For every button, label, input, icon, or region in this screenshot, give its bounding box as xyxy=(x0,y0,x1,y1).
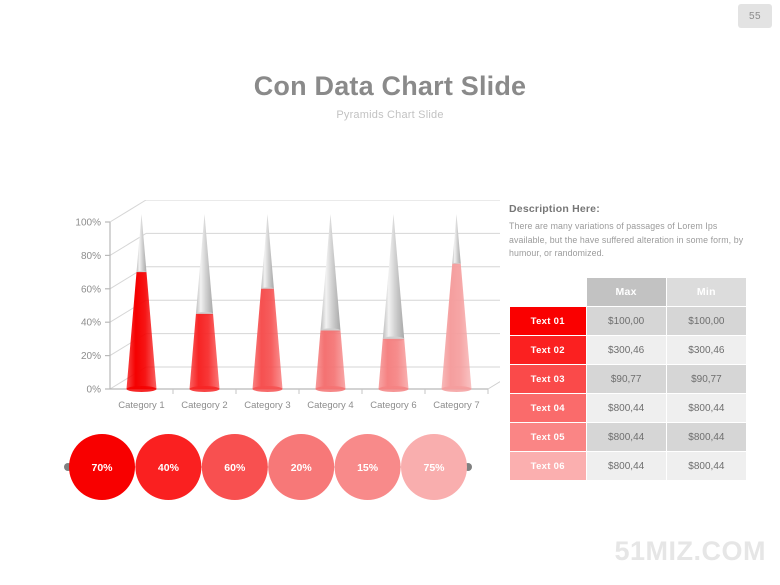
table-row-label: Text 06 xyxy=(509,451,587,481)
cone-bar xyxy=(441,214,472,392)
svg-text:0%: 0% xyxy=(87,385,102,396)
percentage-circle[interactable]: 60% xyxy=(201,434,268,500)
cone-bar xyxy=(315,214,346,392)
percentage-circle[interactable]: 20% xyxy=(268,434,335,500)
cone-bar xyxy=(189,214,220,392)
watermark: 51MIZ.COM xyxy=(614,536,766,566)
table-cell-min: $90,77 xyxy=(665,364,748,394)
svg-text:Category 2: Category 2 xyxy=(181,400,227,411)
svg-text:40%: 40% xyxy=(158,462,180,474)
svg-text:100%: 100% xyxy=(75,218,101,229)
svg-text:75%: 75% xyxy=(423,462,445,474)
svg-text:Category 1: Category 1 xyxy=(118,400,164,411)
cone-chart-svg: 0%20%40%60%80%100% Category 1 Category 2C… xyxy=(75,200,500,411)
chart-axis xyxy=(105,221,489,394)
page-subtitle: Pyramids Chart Slide xyxy=(336,108,444,121)
table-header-row: Max Min xyxy=(509,277,748,307)
svg-text:Category 4: Category 4 xyxy=(307,400,353,411)
table-cell-min: $300,46 xyxy=(665,335,748,365)
page-title: Con Data Chart Slide xyxy=(253,71,527,101)
table-row: Text 03 $90,77 $90,77 xyxy=(509,364,748,394)
table-header-max: Max xyxy=(585,277,667,307)
table-cell-min: $800,44 xyxy=(665,422,748,452)
chart-grid xyxy=(109,200,500,390)
svg-text:80%: 80% xyxy=(81,251,101,262)
description-body: There are many variations of passages of… xyxy=(509,221,744,259)
description-panel: Description Here: There are many variati… xyxy=(509,203,747,261)
svg-text:Category 6: Category 6 xyxy=(370,400,416,411)
chart-category-labels: Category 1 Category 2 Category 3 Category 4… xyxy=(118,400,479,411)
table-corner-cell xyxy=(509,277,586,307)
table-row: Text 06 $800,44 $800,44 xyxy=(509,451,748,481)
table-row-label: Text 03 xyxy=(509,364,587,394)
svg-text:40%: 40% xyxy=(81,318,101,329)
table-row-label: Text 01 xyxy=(509,306,587,336)
description-heading: Description Here: xyxy=(509,203,600,215)
table-cell-max: $300,46 xyxy=(585,335,667,365)
table-row-label: Text 05 xyxy=(509,422,587,452)
percentage-circle[interactable]: 70% xyxy=(69,434,135,500)
cone-bar xyxy=(252,214,283,392)
table-row: Text 04 $800,44 $800,44 xyxy=(509,393,748,423)
data-table: Max Min Text 01 $100,00 $100,00 Text 02 $300… xyxy=(509,277,748,481)
svg-text:60%: 60% xyxy=(81,284,101,295)
percentage-circles-row: 70% 40% 60% 20% 15% 75% xyxy=(28,428,498,506)
table-cell-min: $800,44 xyxy=(665,451,748,481)
percentage-circle[interactable]: 75% xyxy=(401,434,467,500)
table-row: Text 02 $300,46 $300,46 xyxy=(509,335,748,365)
cone-bar xyxy=(378,214,409,392)
table-row: Text 05 $800,44 $800,44 xyxy=(509,422,748,452)
svg-text:Category 7: Category 7 xyxy=(433,400,479,411)
svg-text:15%: 15% xyxy=(357,462,379,474)
svg-text:20%: 20% xyxy=(81,351,101,362)
table-header-min: Min xyxy=(665,277,748,307)
slide-number-badge: 55 xyxy=(738,4,772,28)
chart-cones xyxy=(126,214,472,392)
chart-y-tick-labels: 0% 20% 40% 60% 80% 100% xyxy=(75,218,101,396)
percentage-circle[interactable]: 40% xyxy=(135,434,202,500)
svg-text:20%: 20% xyxy=(291,462,313,474)
table-row: Text 01 $100,00 $100,00 xyxy=(509,306,748,336)
slide-number-text: 55 xyxy=(748,10,762,22)
table-cell-max: $800,44 xyxy=(585,393,667,423)
cone-chart: 0% 20% 40% 60% 80% 100% Category 1 Category 2C… xyxy=(40,200,500,415)
percentage-circles-svg: 70% 40% 60% 20% 15% 75% xyxy=(64,434,472,500)
table-cell-min: $100,00 xyxy=(665,306,748,336)
table-cell-max: $100,00 xyxy=(585,306,667,336)
table-row-label: Text 02 xyxy=(509,335,587,365)
table-header: Max Min xyxy=(509,277,748,307)
svg-text:70%: 70% xyxy=(91,462,113,474)
table-body: Text 01 $100,00 $100,00 Text 02 $300,46 $300,… xyxy=(509,306,748,481)
percentage-circle[interactable]: 15% xyxy=(334,434,401,500)
title-block: Con Data Chart Slide Pyramids Chart Slid… xyxy=(0,71,780,121)
table-row-label: Text 04 xyxy=(509,393,587,423)
table-cell-min: $800,44 xyxy=(665,393,748,423)
svg-text:Category 3: Category 3 xyxy=(244,400,290,411)
cone-bar xyxy=(126,214,157,392)
svg-text:60%: 60% xyxy=(224,462,246,474)
table-cell-max: $800,44 xyxy=(585,451,667,481)
table-cell-max: $90,77 xyxy=(585,364,667,394)
table-cell-max: $800,44 xyxy=(585,422,667,452)
